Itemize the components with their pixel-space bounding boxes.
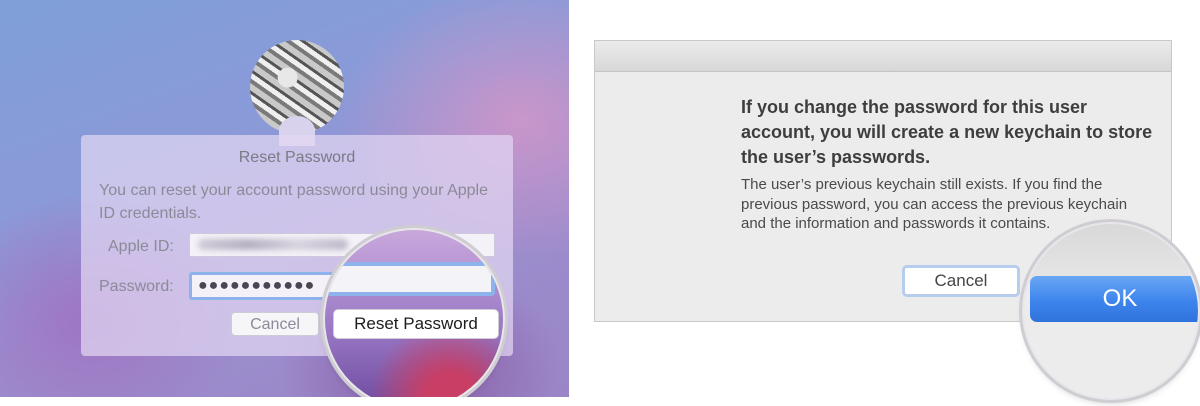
magnifier-reset-button: Reset Password <box>325 230 503 397</box>
window-titlebar <box>595 41 1171 72</box>
magnified-titlebar <box>1024 224 1198 282</box>
login-screen-panel: Reset Password You can reset your accoun… <box>0 0 569 397</box>
screenshot-composite: Reset Password You can reset your accoun… <box>0 0 1200 406</box>
alert-cancel-button[interactable]: Cancel <box>902 265 1020 297</box>
apple-id-label: Apple ID: <box>108 238 174 255</box>
cancel-button[interactable]: Cancel <box>231 312 319 336</box>
dialog-title: Reset Password <box>238 149 356 166</box>
ok-button[interactable]: OK <box>1030 276 1198 322</box>
password-value: ●●●●●●●●●●● <box>198 277 316 294</box>
alert-heading: If you change the password for this user… <box>741 97 1153 167</box>
password-label: Password: <box>99 278 174 295</box>
dialog-message: You can reset your account password usin… <box>99 182 488 222</box>
magnified-password-field <box>325 262 495 296</box>
blurred-apple-id <box>198 239 348 250</box>
magnifier-ok-button: OK <box>1024 224 1198 398</box>
reset-password-button[interactable]: Reset Password <box>333 309 499 339</box>
